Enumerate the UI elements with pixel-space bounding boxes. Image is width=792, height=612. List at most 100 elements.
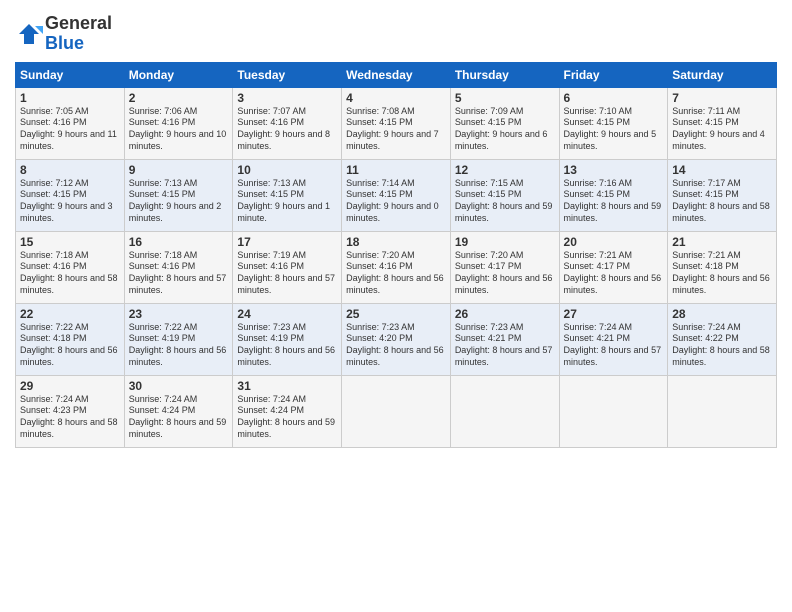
cell-info: Sunrise: 7:07 AMSunset: 4:16 PMDaylight:… xyxy=(237,106,337,153)
day-number: 13 xyxy=(564,163,664,177)
day-number: 29 xyxy=(20,379,120,393)
calendar-cell: 25Sunrise: 7:23 AMSunset: 4:20 PMDayligh… xyxy=(342,303,451,375)
calendar-cell: 22Sunrise: 7:22 AMSunset: 4:18 PMDayligh… xyxy=(16,303,125,375)
calendar-cell: 23Sunrise: 7:22 AMSunset: 4:19 PMDayligh… xyxy=(124,303,233,375)
calendar-cell xyxy=(559,375,668,447)
day-number: 5 xyxy=(455,91,555,105)
calendar-cell: 17Sunrise: 7:19 AMSunset: 4:16 PMDayligh… xyxy=(233,231,342,303)
calendar-cell: 20Sunrise: 7:21 AMSunset: 4:17 PMDayligh… xyxy=(559,231,668,303)
cell-info: Sunrise: 7:16 AMSunset: 4:15 PMDaylight:… xyxy=(564,178,664,225)
cell-info: Sunrise: 7:21 AMSunset: 4:18 PMDaylight:… xyxy=(672,250,772,297)
day-number: 31 xyxy=(237,379,337,393)
day-number: 1 xyxy=(20,91,120,105)
cell-info: Sunrise: 7:13 AMSunset: 4:15 PMDaylight:… xyxy=(129,178,229,225)
weekday-header: Monday xyxy=(124,62,233,87)
page-container: General Blue SundayMondayTuesdayWednesda… xyxy=(0,0,792,458)
day-number: 21 xyxy=(672,235,772,249)
day-number: 7 xyxy=(672,91,772,105)
day-number: 9 xyxy=(129,163,229,177)
calendar-cell: 1Sunrise: 7:05 AMSunset: 4:16 PMDaylight… xyxy=(16,87,125,159)
calendar-cell: 9Sunrise: 7:13 AMSunset: 4:15 PMDaylight… xyxy=(124,159,233,231)
day-number: 22 xyxy=(20,307,120,321)
day-number: 10 xyxy=(237,163,337,177)
calendar-cell: 14Sunrise: 7:17 AMSunset: 4:15 PMDayligh… xyxy=(668,159,777,231)
day-number: 24 xyxy=(237,307,337,321)
calendar-cell: 7Sunrise: 7:11 AMSunset: 4:15 PMDaylight… xyxy=(668,87,777,159)
calendar-cell: 29Sunrise: 7:24 AMSunset: 4:23 PMDayligh… xyxy=(16,375,125,447)
cell-info: Sunrise: 7:10 AMSunset: 4:15 PMDaylight:… xyxy=(564,106,664,153)
cell-info: Sunrise: 7:24 AMSunset: 4:22 PMDaylight:… xyxy=(672,322,772,369)
day-number: 20 xyxy=(564,235,664,249)
logo-icon xyxy=(15,20,43,48)
cell-info: Sunrise: 7:09 AMSunset: 4:15 PMDaylight:… xyxy=(455,106,555,153)
weekday-header: Wednesday xyxy=(342,62,451,87)
calendar-cell: 27Sunrise: 7:24 AMSunset: 4:21 PMDayligh… xyxy=(559,303,668,375)
day-number: 6 xyxy=(564,91,664,105)
calendar-cell: 24Sunrise: 7:23 AMSunset: 4:19 PMDayligh… xyxy=(233,303,342,375)
weekday-header: Sunday xyxy=(16,62,125,87)
calendar-cell: 28Sunrise: 7:24 AMSunset: 4:22 PMDayligh… xyxy=(668,303,777,375)
day-number: 15 xyxy=(20,235,120,249)
day-number: 27 xyxy=(564,307,664,321)
cell-info: Sunrise: 7:15 AMSunset: 4:15 PMDaylight:… xyxy=(455,178,555,225)
day-number: 14 xyxy=(672,163,772,177)
calendar-cell: 19Sunrise: 7:20 AMSunset: 4:17 PMDayligh… xyxy=(450,231,559,303)
cell-info: Sunrise: 7:23 AMSunset: 4:20 PMDaylight:… xyxy=(346,322,446,369)
calendar-cell: 13Sunrise: 7:16 AMSunset: 4:15 PMDayligh… xyxy=(559,159,668,231)
day-number: 2 xyxy=(129,91,229,105)
cell-info: Sunrise: 7:19 AMSunset: 4:16 PMDaylight:… xyxy=(237,250,337,297)
cell-info: Sunrise: 7:21 AMSunset: 4:17 PMDaylight:… xyxy=(564,250,664,297)
calendar-cell: 2Sunrise: 7:06 AMSunset: 4:16 PMDaylight… xyxy=(124,87,233,159)
day-number: 4 xyxy=(346,91,446,105)
cell-info: Sunrise: 7:08 AMSunset: 4:15 PMDaylight:… xyxy=(346,106,446,153)
calendar-cell: 21Sunrise: 7:21 AMSunset: 4:18 PMDayligh… xyxy=(668,231,777,303)
cell-info: Sunrise: 7:05 AMSunset: 4:16 PMDaylight:… xyxy=(20,106,120,153)
cell-info: Sunrise: 7:14 AMSunset: 4:15 PMDaylight:… xyxy=(346,178,446,225)
cell-info: Sunrise: 7:20 AMSunset: 4:17 PMDaylight:… xyxy=(455,250,555,297)
cell-info: Sunrise: 7:18 AMSunset: 4:16 PMDaylight:… xyxy=(129,250,229,297)
calendar-week-row: 22Sunrise: 7:22 AMSunset: 4:18 PMDayligh… xyxy=(16,303,777,375)
calendar-week-row: 1Sunrise: 7:05 AMSunset: 4:16 PMDaylight… xyxy=(16,87,777,159)
calendar-cell: 4Sunrise: 7:08 AMSunset: 4:15 PMDaylight… xyxy=(342,87,451,159)
day-number: 23 xyxy=(129,307,229,321)
calendar-cell: 18Sunrise: 7:20 AMSunset: 4:16 PMDayligh… xyxy=(342,231,451,303)
day-number: 17 xyxy=(237,235,337,249)
calendar-cell: 10Sunrise: 7:13 AMSunset: 4:15 PMDayligh… xyxy=(233,159,342,231)
cell-info: Sunrise: 7:23 AMSunset: 4:21 PMDaylight:… xyxy=(455,322,555,369)
cell-info: Sunrise: 7:24 AMSunset: 4:24 PMDaylight:… xyxy=(237,394,337,441)
cell-info: Sunrise: 7:12 AMSunset: 4:15 PMDaylight:… xyxy=(20,178,120,225)
cell-info: Sunrise: 7:24 AMSunset: 4:21 PMDaylight:… xyxy=(564,322,664,369)
calendar-cell xyxy=(668,375,777,447)
calendar-week-row: 29Sunrise: 7:24 AMSunset: 4:23 PMDayligh… xyxy=(16,375,777,447)
calendar-cell xyxy=(342,375,451,447)
day-number: 26 xyxy=(455,307,555,321)
day-number: 16 xyxy=(129,235,229,249)
day-number: 28 xyxy=(672,307,772,321)
calendar-cell: 8Sunrise: 7:12 AMSunset: 4:15 PMDaylight… xyxy=(16,159,125,231)
cell-info: Sunrise: 7:22 AMSunset: 4:19 PMDaylight:… xyxy=(129,322,229,369)
calendar-cell: 31Sunrise: 7:24 AMSunset: 4:24 PMDayligh… xyxy=(233,375,342,447)
logo: General Blue xyxy=(15,14,112,54)
cell-info: Sunrise: 7:24 AMSunset: 4:24 PMDaylight:… xyxy=(129,394,229,441)
calendar-week-row: 8Sunrise: 7:12 AMSunset: 4:15 PMDaylight… xyxy=(16,159,777,231)
cell-info: Sunrise: 7:18 AMSunset: 4:16 PMDaylight:… xyxy=(20,250,120,297)
weekday-header: Thursday xyxy=(450,62,559,87)
calendar-header: SundayMondayTuesdayWednesdayThursdayFrid… xyxy=(16,62,777,87)
cell-info: Sunrise: 7:20 AMSunset: 4:16 PMDaylight:… xyxy=(346,250,446,297)
calendar-cell: 16Sunrise: 7:18 AMSunset: 4:16 PMDayligh… xyxy=(124,231,233,303)
cell-info: Sunrise: 7:11 AMSunset: 4:15 PMDaylight:… xyxy=(672,106,772,153)
calendar-cell: 5Sunrise: 7:09 AMSunset: 4:15 PMDaylight… xyxy=(450,87,559,159)
cell-info: Sunrise: 7:24 AMSunset: 4:23 PMDaylight:… xyxy=(20,394,120,441)
calendar-week-row: 15Sunrise: 7:18 AMSunset: 4:16 PMDayligh… xyxy=(16,231,777,303)
calendar-cell: 26Sunrise: 7:23 AMSunset: 4:21 PMDayligh… xyxy=(450,303,559,375)
day-number: 3 xyxy=(237,91,337,105)
calendar-cell: 11Sunrise: 7:14 AMSunset: 4:15 PMDayligh… xyxy=(342,159,451,231)
day-number: 8 xyxy=(20,163,120,177)
weekday-header: Friday xyxy=(559,62,668,87)
day-number: 19 xyxy=(455,235,555,249)
header: General Blue xyxy=(15,10,777,54)
day-number: 30 xyxy=(129,379,229,393)
calendar-cell: 3Sunrise: 7:07 AMSunset: 4:16 PMDaylight… xyxy=(233,87,342,159)
cell-info: Sunrise: 7:22 AMSunset: 4:18 PMDaylight:… xyxy=(20,322,120,369)
cell-info: Sunrise: 7:13 AMSunset: 4:15 PMDaylight:… xyxy=(237,178,337,225)
